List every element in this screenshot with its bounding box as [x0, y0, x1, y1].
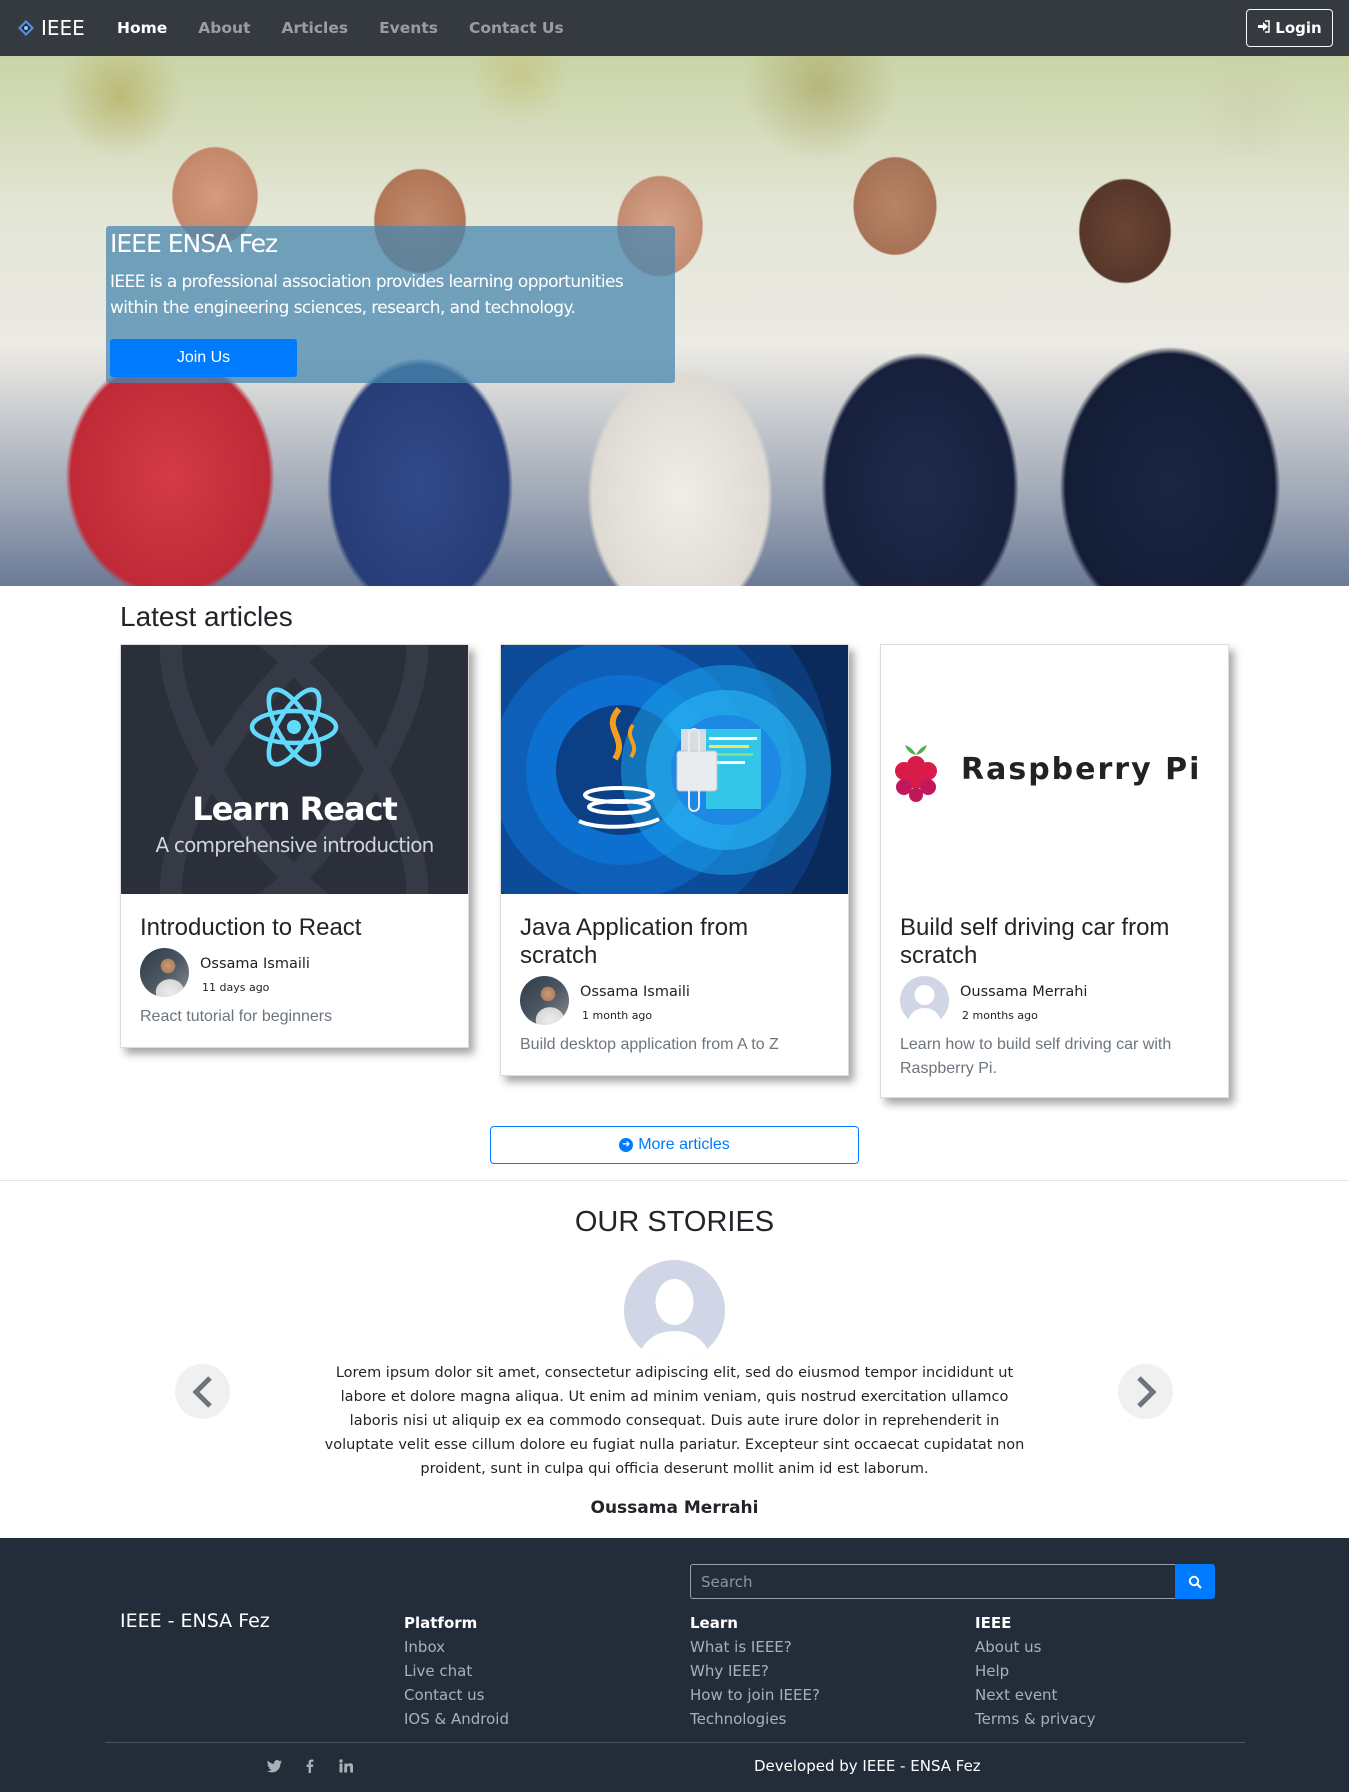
article-summary: Learn how to build self driving car with… — [900, 1036, 1172, 1077]
nav-about[interactable]: About — [198, 19, 250, 37]
nav-home[interactable]: Home — [117, 19, 167, 37]
latest-articles-title: Latest articles — [120, 601, 293, 632]
footer-search-button[interactable] — [1175, 1564, 1215, 1599]
react-image-title: Learn React — [192, 790, 398, 828]
ieee-logo-icon — [18, 20, 34, 36]
hero-description: IEEE is a professional association provi… — [110, 272, 624, 318]
brand-text: IEEE — [41, 16, 85, 40]
carousel-prev-button[interactable] — [175, 1364, 230, 1419]
linkedin-icon[interactable] — [328, 1756, 364, 1776]
article-date: 2 months ago — [962, 1008, 1038, 1022]
footer-brand: IEEE - ENSA Fez — [120, 1610, 270, 1632]
footer-link-technologies[interactable]: Technologies — [690, 1707, 820, 1731]
hero-banner: IEEE ENSA Fez IEEE is a professional ass… — [0, 56, 1349, 586]
article-card-raspberry[interactable]: Raspberry Pi Build self driving car from… — [880, 644, 1229, 1098]
footer-heading: Learn — [690, 1614, 738, 1632]
footer-link-live-chat[interactable]: Live chat — [404, 1659, 509, 1683]
footer-link-why-ieee[interactable]: Why IEEE? — [690, 1659, 820, 1683]
more-articles-button[interactable]: ➜ More articles — [490, 1126, 859, 1164]
footer-column-ieee: IEEE About us Help Next event Terms & pr… — [975, 1611, 1095, 1731]
author-avatar — [900, 976, 949, 1025]
chevron-right-icon — [1136, 1375, 1157, 1408]
nav-links: Home About Articles Events Contact Us — [117, 0, 595, 56]
login-label: Login — [1275, 19, 1322, 37]
article-author: Oussama Merrahi 2 months ago — [900, 976, 1209, 1025]
author-avatar — [520, 976, 569, 1025]
footer-link-help[interactable]: Help — [975, 1659, 1095, 1683]
raspberry-pi-logo-icon — [895, 745, 937, 802]
react-course-image: Learn React A comprehensive introduction — [121, 645, 468, 894]
login-button[interactable]: Login — [1246, 9, 1333, 47]
navbar: IEEE Home About Articles Events Contact … — [0, 0, 1349, 56]
react-image-subtitle: A comprehensive introduction — [155, 833, 434, 857]
raspberry-pi-image: Raspberry Pi — [881, 645, 1228, 894]
footer-link-how-to-join[interactable]: How to join IEEE? — [690, 1683, 820, 1707]
author-name: Oussama Merrahi — [960, 983, 1088, 1000]
author-name: Ossama Ismaili — [200, 955, 310, 972]
nav-articles[interactable]: Articles — [281, 19, 348, 37]
footer-column-learn: Learn What is IEEE? Why IEEE? How to joi… — [690, 1611, 820, 1731]
footer-link-ios-android[interactable]: IOS & Android — [404, 1707, 509, 1731]
twitter-icon[interactable] — [256, 1756, 292, 1776]
article-author: Ossama Ismaili 11 days ago — [140, 948, 449, 997]
footer-credit: Developed by IEEE - ENSA Fez — [754, 1757, 981, 1775]
author-name: Ossama Ismaili — [580, 983, 690, 1000]
article-date: 1 month ago — [582, 1008, 653, 1022]
article-card-java[interactable]: Java Application from scratch Ossama Ism… — [500, 644, 849, 1076]
article-card-react[interactable]: Learn React A comprehensive introduction… — [120, 644, 469, 1048]
footer-link-terms-privacy[interactable]: Terms & privacy — [975, 1707, 1095, 1731]
footer-heading: IEEE — [975, 1614, 1012, 1632]
arrow-circle-right-icon: ➜ — [619, 1138, 634, 1152]
chevron-left-icon — [191, 1375, 212, 1408]
footer-heading: Platform — [404, 1614, 478, 1632]
facebook-icon[interactable] — [292, 1756, 328, 1776]
article-title[interactable]: Java Application from scratch — [520, 914, 829, 970]
article-summary: Build desktop application from A to Z — [520, 1036, 779, 1053]
article-summary: React tutorial for beginners — [140, 1008, 333, 1025]
hero-caption: IEEE ENSA Fez IEEE is a professional ass… — [106, 226, 675, 383]
java-course-image — [501, 645, 848, 894]
article-title[interactable]: Introduction to React — [140, 914, 449, 942]
search-icon — [1188, 1575, 1202, 1589]
carousel-next-button[interactable] — [1118, 1364, 1173, 1419]
nav-events[interactable]: Events — [379, 19, 438, 37]
join-us-button[interactable]: Join Us — [110, 339, 297, 377]
story-avatar — [624, 1260, 725, 1361]
footer-link-contact-us[interactable]: Contact us — [404, 1683, 509, 1707]
author-avatar — [140, 948, 189, 997]
social-links — [256, 1756, 364, 1776]
article-author: Ossama Ismaili 1 month ago — [520, 976, 829, 1025]
hero-title: IEEE ENSA Fez — [110, 229, 278, 258]
footer-link-inbox[interactable]: Inbox — [404, 1635, 509, 1659]
more-articles-label: More articles — [638, 1136, 730, 1153]
footer-link-what-is-ieee[interactable]: What is IEEE? — [690, 1635, 820, 1659]
footer-link-next-event[interactable]: Next event — [975, 1683, 1095, 1707]
article-date: 11 days ago — [202, 980, 270, 994]
footer-divider — [105, 1742, 1245, 1743]
story-text: Lorem ipsum dolor sit amet, consectetur … — [324, 1365, 1025, 1477]
article-title[interactable]: Build self driving car from scratch — [900, 914, 1209, 970]
sign-in-icon — [1257, 19, 1271, 37]
footer-link-about-us[interactable]: About us — [975, 1635, 1095, 1659]
brand-link[interactable]: IEEE — [18, 16, 85, 40]
raspberry-image-title: Raspberry Pi — [961, 752, 1202, 787]
story-author-name: Oussama Merrahi — [590, 1498, 759, 1518]
section-divider — [0, 1180, 1349, 1181]
footer-search-input[interactable]: Search — [690, 1564, 1176, 1599]
footer-column-platform: Platform Inbox Live chat Contact us IOS … — [404, 1611, 509, 1731]
our-stories-title: OUR STORIES — [574, 1206, 775, 1238]
nav-contact[interactable]: Contact Us — [469, 19, 564, 37]
footer: Search IEEE - ENSA Fez Platform Inbox Li… — [0, 1538, 1349, 1792]
